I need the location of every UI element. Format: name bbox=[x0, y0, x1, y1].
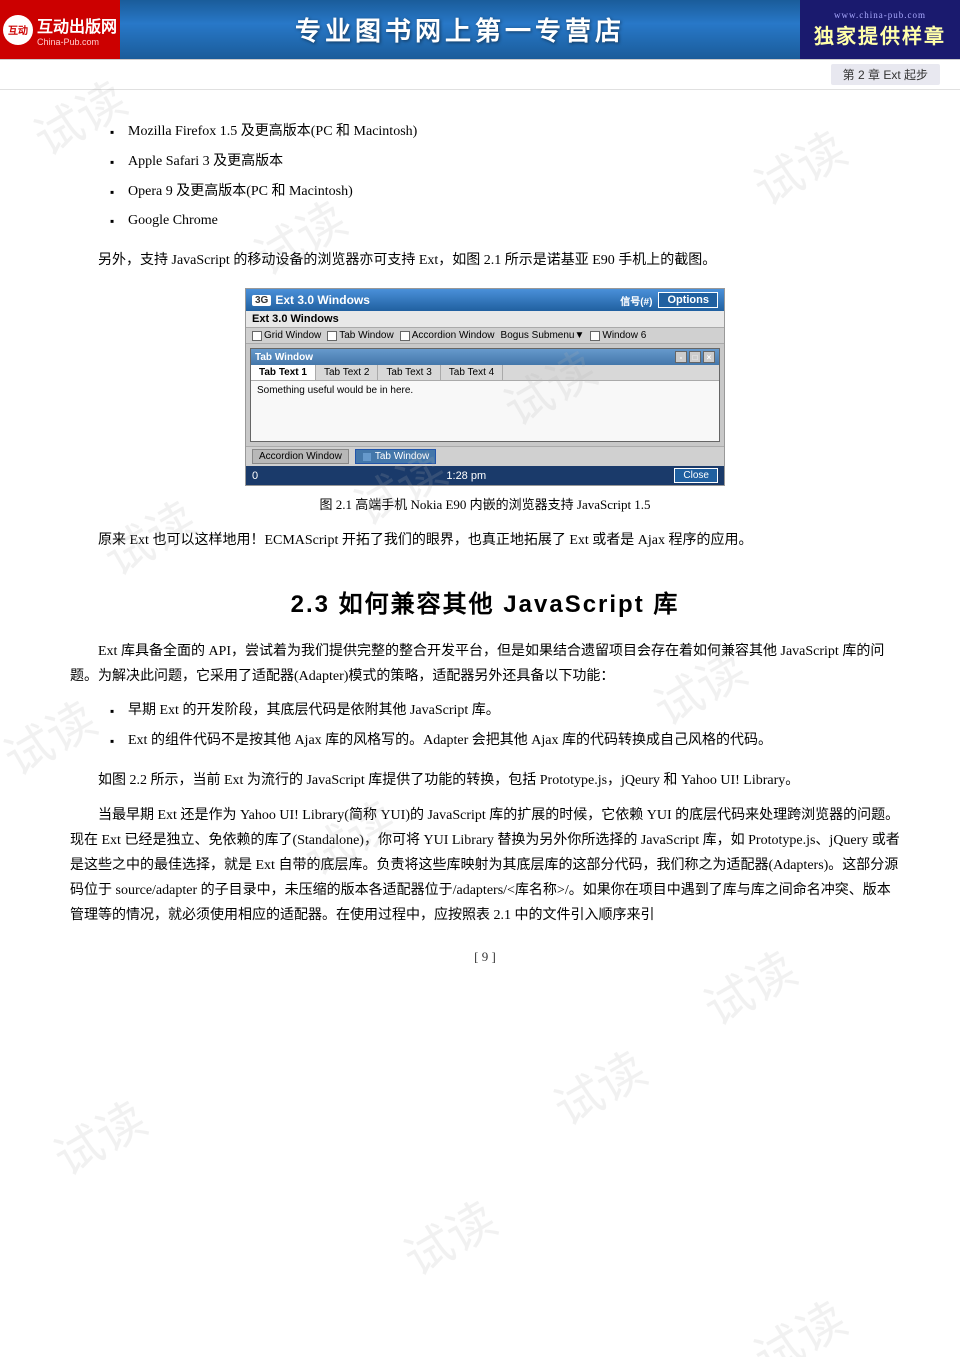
phone-window-area: Tab Window - □ × Tab Text 1 Tab Text 2 T… bbox=[246, 344, 724, 446]
chapter-label: 第 2 章 Ext 起步 bbox=[831, 64, 940, 85]
paragraph-1: 另外，支持 JavaScript 的移动设备的浏览器亦可支持 Ext，如图 2.… bbox=[70, 248, 900, 273]
tab-window-label: Tab Window bbox=[375, 451, 429, 462]
tab-1[interactable]: Tab Text 1 bbox=[251, 365, 316, 380]
paragraph-2: 原来 Ext 也可以这样地用！ECMAScript 开拓了我们的眼界，也真正地拓… bbox=[70, 528, 900, 553]
phone-statusbar: 0 1:28 pm Close bbox=[246, 466, 724, 485]
browser-list: Mozilla Firefox 1.5 及更高版本(PC 和 Macintosh… bbox=[110, 120, 900, 233]
list-item: 早期 Ext 的开发阶段，其底层代码是依附其他 JavaScript 库。 bbox=[110, 699, 900, 723]
inner-window: Tab Window - □ × Tab Text 1 Tab Text 2 T… bbox=[250, 348, 720, 442]
signal-indicator: 3G bbox=[252, 295, 271, 306]
maximize-button[interactable]: □ bbox=[689, 351, 701, 363]
list-item: Opera 9 及更高版本(PC 和 Macintosh) bbox=[110, 180, 900, 204]
window6-icon bbox=[590, 331, 600, 341]
phone-subtitle: Ext 3.0 Windows bbox=[246, 311, 724, 328]
grid-icon bbox=[252, 331, 262, 341]
inner-window-title: Tab Window bbox=[255, 352, 313, 363]
tab-4[interactable]: Tab Text 4 bbox=[441, 365, 503, 380]
list-item: Mozilla Firefox 1.5 及更高版本(PC 和 Macintosh… bbox=[110, 120, 900, 144]
close-button[interactable]: × bbox=[703, 351, 715, 363]
nav-bogus-submenu[interactable]: Bogus Submenu▼ bbox=[501, 330, 585, 341]
adapter-list: 早期 Ext 的开发阶段，其底层代码是依附其他 JavaScript 库。 Ex… bbox=[110, 699, 900, 753]
section-title: 2.3 如何兼容其他 JavaScript 库 bbox=[70, 584, 900, 619]
nav-grid-window[interactable]: Grid Window bbox=[252, 330, 321, 341]
phone-tabs: Tab Text 1 Tab Text 2 Tab Text 3 Tab Tex… bbox=[251, 365, 719, 381]
list-item: Ext 的组件代码不是按其他 Ajax 库的风格写的。Adapter 会把其他 … bbox=[110, 729, 900, 753]
main-content: Mozilla Firefox 1.5 及更高版本(PC 和 Macintosh… bbox=[0, 90, 960, 995]
exclusive-text: 独家提供样章 bbox=[814, 20, 946, 49]
header-banner: 专业图书网上第一专营店 bbox=[120, 0, 800, 59]
header-right: www.china-pub.com 独家提供样章 bbox=[800, 0, 960, 59]
page-header: 互动 互动出版网 China-Pub.com 专业图书网上第一专营店 www.c… bbox=[0, 0, 960, 60]
site-url: www.china-pub.com bbox=[834, 10, 926, 20]
phone-titlebar: 3G Ext 3.0 Windows 信号(#) Options bbox=[246, 289, 724, 311]
subtitle-text: Ext 3.0 Windows bbox=[252, 313, 339, 325]
list-item: Apple Safari 3 及更高版本 bbox=[110, 150, 900, 174]
accordion-tab[interactable]: Accordion Window bbox=[252, 449, 349, 464]
logo-url: China-Pub.com bbox=[37, 37, 117, 47]
tab-window-icon bbox=[362, 452, 372, 462]
banner-text: 专业图书网上第一专营店 bbox=[295, 11, 625, 48]
close-btn[interactable]: Close bbox=[674, 468, 718, 483]
options-button[interactable]: Options bbox=[658, 292, 718, 308]
status-time: 1:28 pm bbox=[446, 470, 486, 482]
tab-2[interactable]: Tab Text 2 bbox=[316, 365, 378, 380]
phone-bottom-bar: Accordion Window Tab Window bbox=[246, 446, 724, 466]
paragraph-3: Ext 库具备全面的 API，尝试着为我们提供完整的整合开发平台，但是如果结合遗… bbox=[70, 639, 900, 689]
accordion-icon bbox=[400, 331, 410, 341]
phone-content: Something useful would be in here. bbox=[251, 381, 719, 441]
nav-tab-window[interactable]: Tab Window bbox=[327, 330, 393, 341]
logo: 互动 互动出版网 China-Pub.com bbox=[0, 0, 120, 59]
paragraph-5: 当最早期 Ext 还是作为 Yahoo UI! Library(简称 YUI)的… bbox=[70, 803, 900, 929]
tab-3[interactable]: Tab Text 3 bbox=[378, 365, 440, 380]
app-title: Ext 3.0 Windows bbox=[275, 293, 370, 307]
accordion-label: Accordion Window bbox=[259, 451, 342, 462]
content-text: Something useful would be in here. bbox=[257, 385, 413, 396]
nav-accordion-window[interactable]: Accordion Window bbox=[400, 330, 495, 341]
signal-text: 信号(#) bbox=[620, 293, 652, 308]
list-item: Google Chrome bbox=[110, 209, 900, 233]
window-controls: - □ × bbox=[675, 351, 715, 363]
inner-titlebar: Tab Window - □ × bbox=[251, 349, 719, 365]
page-number: [ 9 ] bbox=[70, 949, 900, 965]
paragraph-4: 如图 2.2 所示，当前 Ext 为流行的 JavaScript 库提供了功能的… bbox=[70, 768, 900, 793]
tab-icon bbox=[327, 331, 337, 341]
phone-screenshot: 3G Ext 3.0 Windows 信号(#) Options Ext 3.0… bbox=[245, 288, 725, 486]
logo-name: 互动出版网 bbox=[37, 13, 117, 37]
nav-window6[interactable]: Window 6 bbox=[590, 330, 646, 341]
chapter-bar: 第 2 章 Ext 起步 bbox=[0, 60, 960, 90]
tab-window-btn[interactable]: Tab Window bbox=[355, 449, 436, 464]
phone-navbar: Grid Window Tab Window Accordion Window … bbox=[246, 328, 724, 344]
status-counter: 0 bbox=[252, 470, 258, 482]
figure-container: 3G Ext 3.0 Windows 信号(#) Options Ext 3.0… bbox=[70, 288, 900, 513]
minimize-button[interactable]: - bbox=[675, 351, 687, 363]
figure-caption: 图 2.1 高端手机 Nokia E90 内嵌的浏览器支持 JavaScript… bbox=[319, 494, 650, 513]
